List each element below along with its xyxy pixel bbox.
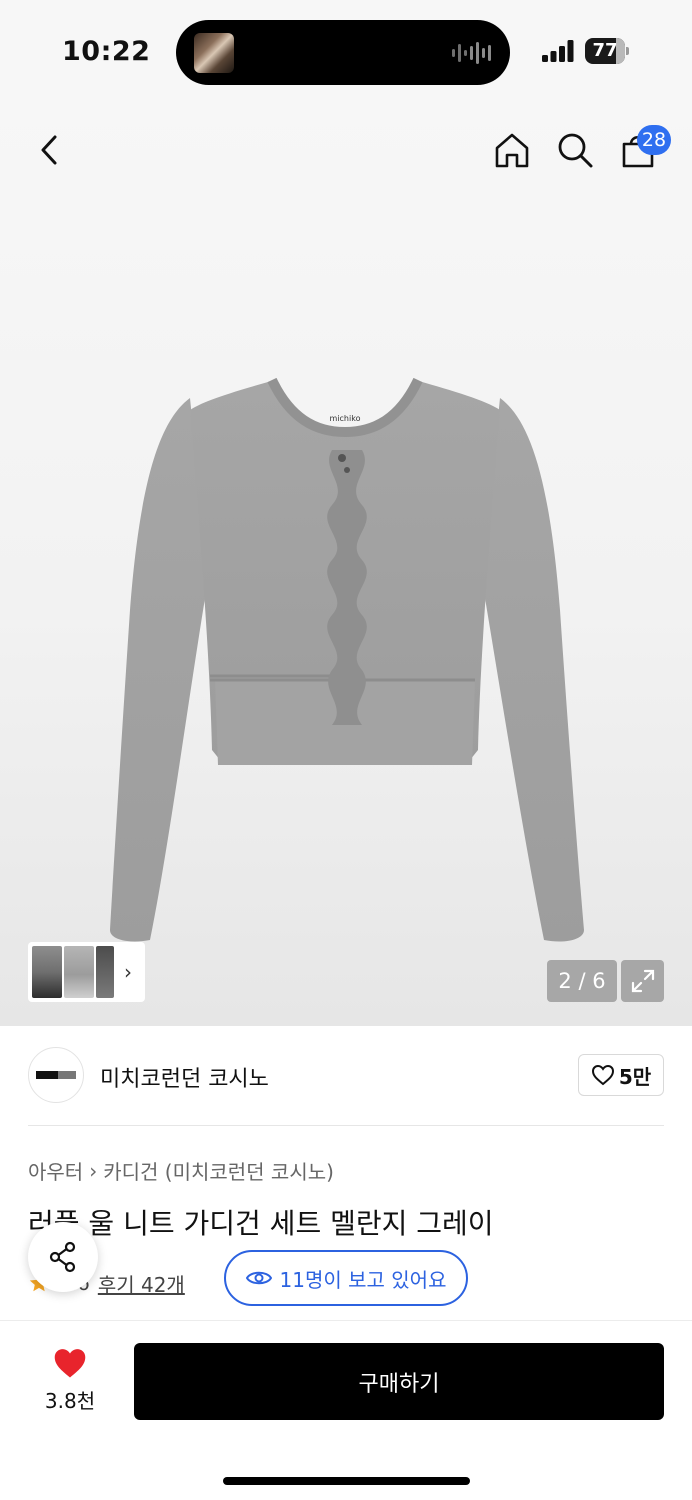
now-playing-artwork [194,33,234,73]
brand-like-button[interactable]: 5만 [578,1054,664,1096]
divider [28,1125,664,1126]
thumbnail-image[interactable] [64,946,94,998]
breadcrumb: 아우터 › 카디건 (미치코런던 코시노) [28,1156,334,1185]
live-viewers-badge[interactable]: 11명이 보고 있어요 [224,1250,468,1306]
status-bar: 10:22 77 [0,0,692,100]
audio-waveform-icon [452,42,491,64]
chevron-left-icon [41,135,57,165]
eye-icon [245,1271,272,1285]
image-page-counter: 2 / 6 [547,960,617,1002]
search-icon [558,133,593,168]
breadcrumb-item[interactable]: 카디건 (미치코런던 코시노) [103,1156,334,1185]
battery-percentage: 77 [592,40,618,61]
battery-icon: 77 [585,38,625,64]
brand-like-count: 5만 [618,1064,652,1089]
breadcrumb-item[interactable]: 아우터 [28,1156,83,1185]
home-button[interactable] [490,128,534,172]
cart-count-badge: 28 [637,125,671,155]
back-button[interactable] [28,128,72,172]
review-count-link[interactable]: 후기 42개 [98,1269,185,1298]
buy-button[interactable]: 구매하기 [134,1343,664,1420]
status-time: 10:22 [62,36,151,67]
product-title: 러플 울 니트 가디건 세트 멜란지 그레이 [28,1207,494,1240]
search-button[interactable] [553,128,597,172]
share-icon [49,1241,76,1273]
battery-tip [626,47,629,55]
cellular-signal-icon [542,40,574,62]
brand-name[interactable]: 미치코런던 코시노 [100,1061,269,1093]
chevron-right-icon: › [124,960,132,984]
product-image-gallery[interactable]: michiko [0,100,692,1026]
thumbnail-strip[interactable]: › [28,942,145,1002]
dynamic-island[interactable] [176,20,510,85]
share-button[interactable] [28,1222,98,1292]
product-image-cardigan: michiko [110,377,584,942]
battery-indicator: 77 [585,38,629,64]
home-icon [495,133,529,168]
expand-image-button[interactable] [621,960,664,1002]
purchase-bar: 3.8천 구매하기 [0,1320,692,1500]
thumbnail-image[interactable] [96,946,114,998]
brand-logo[interactable] [28,1047,84,1103]
brand-row[interactable]: 미치코런던 코시노 5만 [0,1026,692,1126]
thumbnail-image[interactable] [32,946,62,998]
heart-filled-icon [54,1349,86,1378]
live-viewers-text: 11명이 보고 있어요 [279,1267,447,1292]
expand-icon [631,969,654,993]
brand-logo-mark [36,1071,76,1079]
garment-label-text: michiko [330,414,361,423]
home-indicator[interactable] [223,1477,470,1485]
breadcrumb-separator-icon: › [89,1158,98,1183]
wishlist-button[interactable]: 3.8천 [28,1347,112,1417]
heart-outline-icon [591,1064,614,1086]
wishlist-count: 3.8천 [44,1389,96,1413]
